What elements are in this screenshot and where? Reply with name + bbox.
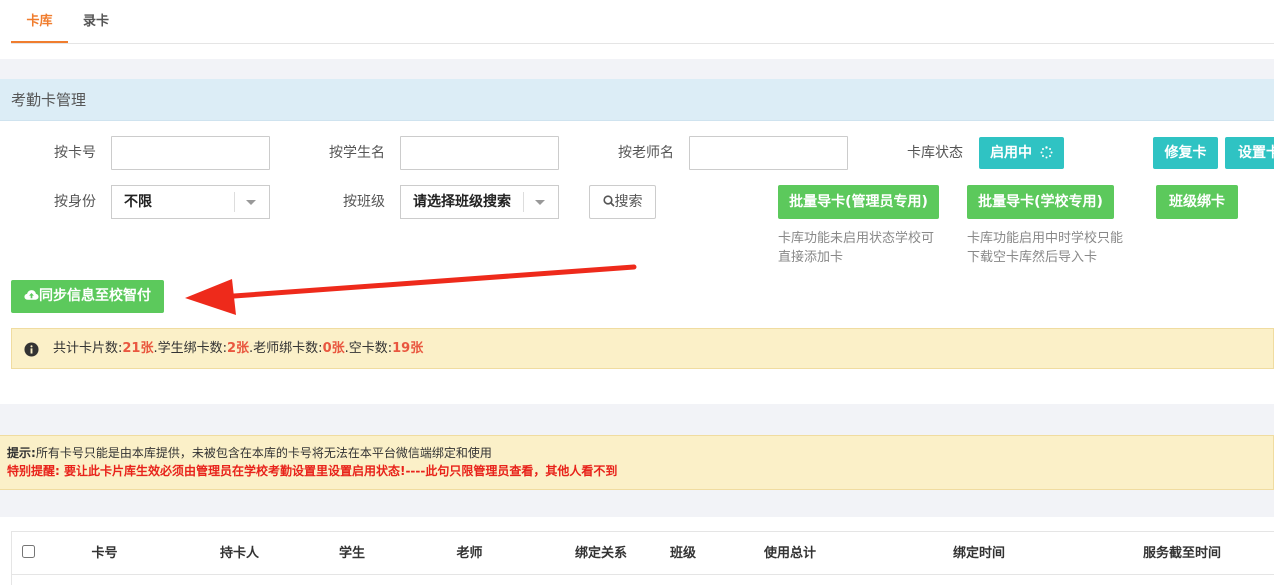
stats-total-label: 共计卡片数:: [53, 341, 123, 356]
spinner-icon: [1040, 146, 1053, 159]
import-school-note: 卡库功能启用中时学校只能 下载空卡库然后导入卡: [967, 229, 1137, 267]
col-binding-relation: 绑定关系: [574, 546, 627, 561]
info-icon: [24, 342, 39, 357]
col-student: 学生: [338, 546, 365, 561]
card-status-label: 卡库状态: [907, 145, 963, 161]
class-bind-card-label: 班级绑卡: [1169, 194, 1225, 210]
select-all-checkbox[interactable]: [22, 545, 35, 558]
col-teacher: 老师: [456, 546, 483, 561]
notice-tip-label: 提示:: [7, 446, 36, 460]
stats-total-value: 21张: [122, 341, 154, 356]
sync-button-label: 同步信息至校智付: [39, 288, 151, 304]
class-select-value: 请选择班级搜索: [413, 194, 511, 210]
col-class: 班级: [669, 546, 696, 561]
stats-text: 共计卡片数:21张.学生绑卡数:2张.老师绑卡数:0张.空卡数:19张: [53, 329, 423, 368]
col-card-holder: 持卡人: [219, 546, 259, 561]
stats-teacher-value: 0张: [322, 341, 345, 356]
repair-card-label: 修复卡: [1164, 145, 1207, 161]
stats-teacher-label: .老师绑卡数:: [249, 341, 323, 356]
status-enabled-button[interactable]: 启用中: [979, 137, 1064, 169]
col-binding-time: 绑定时间: [952, 546, 1005, 561]
gray-spacer: [0, 490, 1274, 517]
search-button-label: 搜索: [614, 194, 643, 210]
tab-record-card[interactable]: 录卡: [68, 0, 124, 43]
tab-card-library[interactable]: 卡库: [11, 0, 68, 43]
stats-student-value: 2张: [227, 341, 250, 356]
settings-card-label: 设置卡: [1238, 145, 1274, 161]
table-header: 卡号 持卡人 学生 老师 绑定关系 班级 使用总计 绑定时间 服务截至时间: [11, 531, 1274, 575]
notice-alert: 提示:所有卡号只能是由本库提供，未被包含在本库的卡号将无法在本平台微信端绑定和使…: [0, 435, 1274, 490]
teacher-name-label: 按老师名: [618, 145, 674, 161]
card-number-input[interactable]: [111, 136, 270, 170]
batch-import-admin-label: 批量导卡(管理员专用): [789, 194, 928, 210]
tab-divider: [11, 43, 1274, 44]
notice-warning-line: 特别提醒: 要让此卡片库生效必须由管理员在学校考勤设置里设置启用状态!----此…: [7, 464, 618, 478]
chevron-down-icon: [246, 200, 256, 205]
import-school-note-line1: 卡库功能启用中时学校只能: [967, 231, 1124, 246]
select-divider: [523, 192, 524, 212]
stats-empty-value: 19张: [392, 341, 424, 356]
class-select[interactable]: 请选择班级搜索: [400, 185, 559, 219]
notice-tip-line: 提示:所有卡号只能是由本库提供，未被包含在本库的卡号将无法在本平台微信端绑定和使…: [7, 445, 492, 462]
identity-select-value: 不限: [124, 194, 152, 210]
select-divider: [234, 192, 235, 212]
identity-label: 按身份: [54, 194, 96, 210]
card-number-label: 按卡号: [54, 145, 96, 161]
sync-to-xiaozhifu-button[interactable]: 同步信息至校智付: [11, 280, 164, 313]
chevron-down-icon: [535, 200, 545, 205]
table-row: [11, 575, 1274, 585]
student-name-label: 按学生名: [329, 145, 385, 161]
panel-title: 考勤卡管理: [11, 91, 87, 109]
gray-spacer: [0, 59, 1274, 79]
batch-import-admin-button[interactable]: 批量导卡(管理员专用): [778, 185, 939, 219]
stats-student-label: .学生绑卡数:: [153, 341, 227, 356]
import-admin-note-line1: 卡库功能未启用状态学校可: [778, 231, 935, 246]
import-school-note-line2: 下载空卡库然后导入卡: [967, 250, 1098, 265]
class-label: 按班级: [343, 194, 385, 210]
status-enabled-label: 启用中: [990, 145, 1033, 161]
student-name-input[interactable]: [400, 136, 559, 170]
search-icon: [602, 195, 615, 207]
stats-alert: 共计卡片数:21张.学生绑卡数:2张.老师绑卡数:0张.空卡数:19张: [11, 328, 1274, 369]
import-admin-note: 卡库功能未启用状态学校可 直接添加卡: [778, 229, 948, 267]
panel-header: 考勤卡管理: [0, 79, 1274, 121]
col-card-number: 卡号: [91, 546, 118, 561]
batch-import-school-button[interactable]: 批量导卡(学校专用): [967, 185, 1114, 219]
stats-empty-label: .空卡数:: [344, 341, 393, 356]
repair-card-button[interactable]: 修复卡: [1153, 137, 1218, 169]
red-arrow-annotation: [185, 264, 637, 315]
import-admin-note-line2: 直接添加卡: [778, 250, 844, 265]
search-button[interactable]: 搜索: [589, 185, 656, 219]
notice-tip-text: 所有卡号只能是由本库提供，未被包含在本库的卡号将无法在本平台微信端绑定和使用: [35, 446, 492, 460]
batch-import-school-label: 批量导卡(学校专用): [978, 194, 1103, 210]
class-bind-card-button[interactable]: 班级绑卡: [1156, 185, 1238, 219]
col-service-expiry: 服务截至时间: [1142, 546, 1221, 561]
cloud-upload-icon: [24, 290, 39, 300]
gray-spacer: [0, 404, 1274, 435]
col-usage-total: 使用总计: [763, 546, 816, 561]
identity-select[interactable]: 不限: [111, 185, 270, 219]
teacher-name-input[interactable]: [689, 136, 848, 170]
settings-card-button[interactable]: 设置卡: [1225, 137, 1274, 169]
